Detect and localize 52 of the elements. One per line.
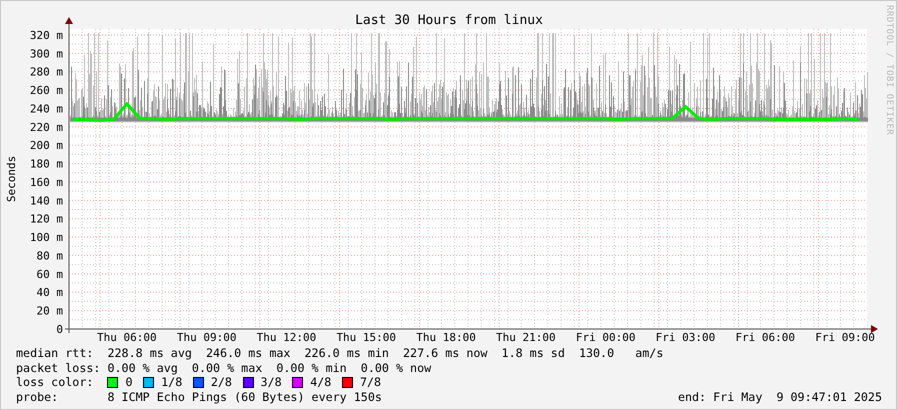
y-tick-label: 40 m <box>36 286 63 300</box>
probe-description: 8 ICMP Echo Pings (60 Bytes) every 150s <box>107 390 382 404</box>
swatch-label: 4/8 <box>310 375 332 390</box>
x-tick-label: Thu 09:00 <box>176 331 236 344</box>
y-tick-label: 80 m <box>36 250 63 262</box>
x-tick-label: Thu 15:00 <box>336 331 396 344</box>
y-tick-label: 320 m <box>30 28 63 42</box>
y-tick-label: 220 m <box>30 120 63 134</box>
x-tick-label: Thu 18:00 <box>416 331 476 344</box>
swatch-label: 0 <box>126 375 133 390</box>
x-tick-label: Thu 21:00 <box>496 331 556 344</box>
y-tick-label: 120 m <box>30 212 63 226</box>
y-tick-label: 200 m <box>30 139 63 152</box>
y-tick-label: 260 m <box>30 84 63 98</box>
y-tick-label: 160 m <box>30 176 63 189</box>
stat-value: 226.0 ms min <box>304 346 389 361</box>
legend-label: loss color: <box>16 375 94 390</box>
legend-label: median rtt: <box>16 346 94 361</box>
y-tick-label: 300 m <box>30 47 63 60</box>
stat-value: 0.00 % max <box>192 360 262 376</box>
swatch-label: 2/8 <box>210 375 232 390</box>
stat-value: 1.8 ms sd <box>502 346 565 361</box>
stat-value: 0.00 % now <box>360 360 432 376</box>
y-tick-label: 280 m <box>30 66 63 79</box>
end-time: end: Fri May 9 09:47:01 2025 <box>678 390 882 404</box>
x-tick-label: Fri 06:00 <box>735 331 796 344</box>
y-tick-label: 0 <box>56 323 63 336</box>
swatch-label: 3/8 <box>260 375 282 390</box>
x-tick-label: Fri 03:00 <box>656 331 716 344</box>
y-tick-label: 140 m <box>30 194 63 208</box>
swatch-label: 7/8 <box>360 375 382 390</box>
x-tick-label: Thu 12:00 <box>256 331 316 344</box>
credit-text: RRDTOOL / TOBI OETIKER <box>884 5 894 136</box>
y-tick-label: 180 m <box>30 158 63 171</box>
y-tick-label: 20 m <box>36 304 63 318</box>
stat-value: 0.00 % avg <box>107 360 178 376</box>
chart-title: Last 30 Hours from linux <box>355 13 543 28</box>
stat-value: 0.00 % min <box>276 360 347 376</box>
y-tick-label: 240 m <box>30 102 63 116</box>
legend-label: packet loss: <box>16 360 102 376</box>
x-tick-label: Thu 06:00 <box>97 331 157 344</box>
x-tick-label: Fri 00:00 <box>576 331 636 344</box>
stat-value: 130.0 am/s <box>578 346 664 361</box>
stat-value: 227.6 ms now <box>403 346 488 361</box>
legend-label: probe: <box>16 390 60 404</box>
swatch-label: 1/8 <box>161 375 182 390</box>
x-tick-label: Fri 09:00 <box>815 331 875 344</box>
y-tick-label: 60 m <box>36 268 63 281</box>
stat-value: 246.0 ms max <box>206 346 290 361</box>
y-axis-label: Seconds <box>5 156 18 202</box>
stat-value: 228.8 ms avg <box>107 346 192 361</box>
y-tick-label: 100 m <box>30 231 63 244</box>
